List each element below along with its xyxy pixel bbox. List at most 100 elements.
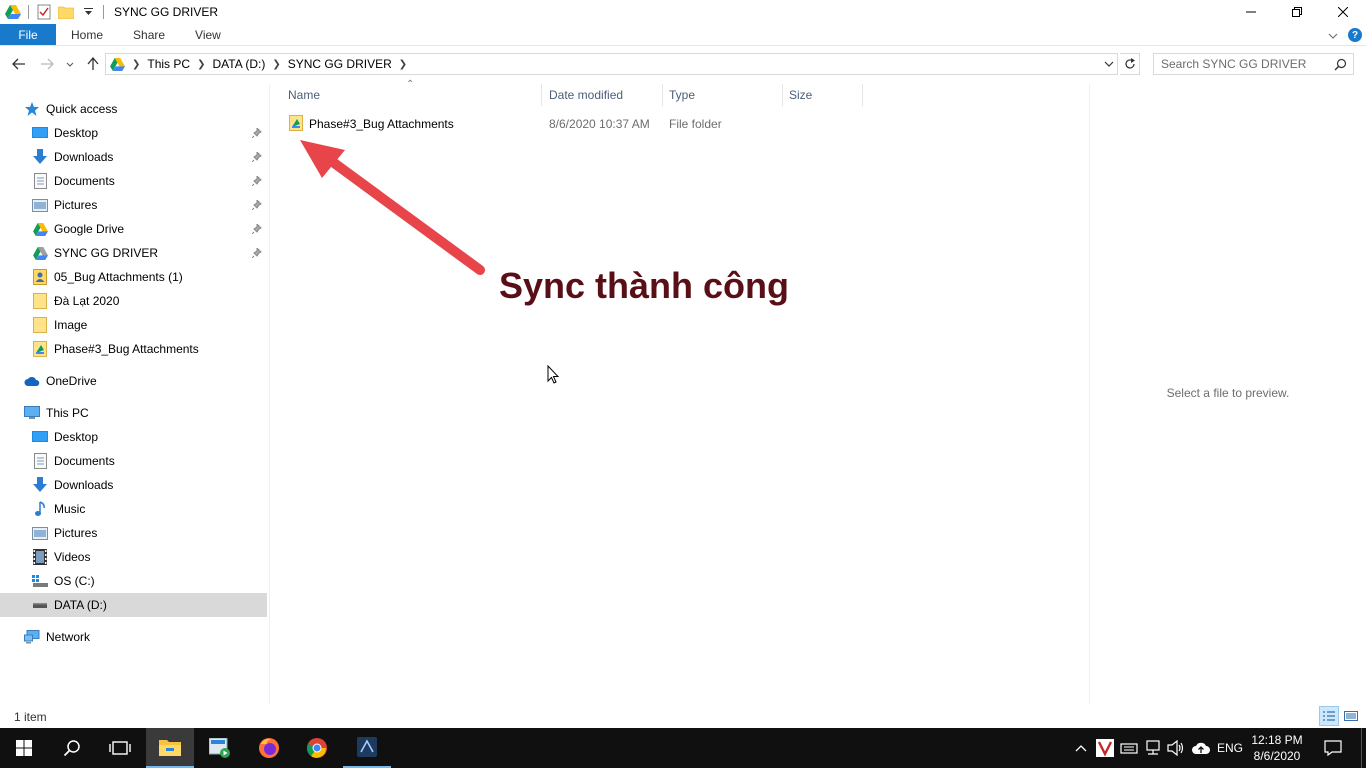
nav-pc-os-c[interactable]: OS (C:): [0, 569, 267, 593]
column-header-name[interactable]: Name: [282, 84, 542, 106]
network-tray-icon[interactable]: [1142, 728, 1164, 768]
nav-quick-access[interactable]: Quick access: [0, 97, 267, 121]
details-view-button[interactable]: [1319, 706, 1339, 726]
network-icon: [24, 629, 40, 645]
navigation-pane: Quick access Desktop Downloads Documents…: [0, 96, 268, 702]
search-button[interactable]: [48, 728, 96, 768]
tab-home[interactable]: Home: [56, 24, 118, 45]
pin-icon[interactable]: [251, 174, 262, 189]
tab-view[interactable]: View: [180, 24, 236, 45]
taskbar-clock[interactable]: 12:18 PM 8/6/2020: [1246, 732, 1308, 764]
restore-button[interactable]: [1274, 0, 1320, 24]
large-icons-view-button[interactable]: [1341, 706, 1361, 726]
column-header-size[interactable]: Size: [783, 84, 863, 106]
pin-icon[interactable]: [251, 126, 262, 141]
nav-pc-downloads[interactable]: Downloads: [0, 473, 267, 497]
column-header-date-modified[interactable]: Date modified: [543, 84, 663, 106]
nav-label: Downloads: [54, 150, 114, 164]
column-header-type[interactable]: Type: [663, 84, 783, 106]
task-view-button[interactable]: [96, 728, 144, 768]
nav-qa-image[interactable]: Image: [0, 313, 267, 337]
nav-qa-05-bug-attachments[interactable]: 05_Bug Attachments (1): [0, 265, 267, 289]
folder-icon: [32, 293, 48, 309]
nav-label: Image: [54, 318, 88, 332]
firefox-taskbar-icon[interactable]: [245, 728, 293, 768]
forward-button[interactable]: [37, 54, 57, 74]
nav-label: 05_Bug Attachments (1): [54, 270, 183, 284]
customize-toolbar-dropdown-icon[interactable]: [80, 4, 96, 20]
mouse-cursor-icon: [547, 365, 559, 384]
tab-file[interactable]: File: [0, 24, 56, 45]
nav-qa-da-lat-2020[interactable]: Đà Lạt 2020: [0, 289, 267, 313]
search-icon[interactable]: [1334, 58, 1347, 74]
contact-folder-icon: [32, 269, 48, 285]
nav-qa-phase3-bug-attachments[interactable]: Phase#3_Bug Attachments: [0, 337, 267, 361]
nav-onedrive[interactable]: OneDrive: [0, 369, 267, 393]
nav-this-pc[interactable]: This PC: [0, 401, 267, 425]
back-button[interactable]: [9, 54, 29, 74]
nav-qa-pictures[interactable]: Pictures: [0, 193, 267, 217]
refresh-button[interactable]: [1120, 53, 1140, 75]
close-button[interactable]: [1320, 0, 1366, 24]
nav-pc-pictures[interactable]: Pictures: [0, 521, 267, 545]
chrome-taskbar-icon[interactable]: [293, 728, 341, 768]
pin-icon[interactable]: [251, 246, 262, 261]
nav-qa-documents[interactable]: Documents: [0, 169, 267, 193]
nav-qa-sync-gg-driver[interactable]: SYNC GG DRIVER: [0, 241, 267, 265]
properties-icon[interactable]: [36, 4, 52, 20]
pin-icon[interactable]: [251, 198, 262, 213]
breadcrumb-separator-icon[interactable]: ❯: [197, 59, 205, 70]
nav-label: SYNC GG DRIVER: [54, 246, 159, 260]
google-drive-icon: [110, 57, 125, 71]
nav-qa-desktop[interactable]: Desktop: [0, 121, 267, 145]
file-date-modified: 8/6/2020 10:37 AM: [549, 117, 650, 131]
address-bar[interactable]: ❯ This PC ❯ DATA (D:) ❯ SYNC GG DRIVER ❯: [105, 53, 1118, 75]
show-desktop-button[interactable]: [1361, 728, 1366, 768]
breadcrumb-separator-icon[interactable]: ❯: [132, 59, 140, 70]
v-app-tray-icon[interactable]: [1094, 728, 1116, 768]
cloud-sync-tray-icon[interactable]: [1189, 728, 1213, 768]
google-drive-icon: [32, 221, 48, 237]
film-icon: [32, 549, 48, 565]
search-input[interactable]: Search SYNC GG DRIVER: [1153, 53, 1354, 75]
address-history-dropdown-icon[interactable]: [1104, 57, 1114, 74]
notifications-icon[interactable]: [1318, 728, 1348, 768]
volume-tray-icon[interactable]: [1165, 728, 1187, 768]
desktop-icon: [32, 429, 48, 445]
ribbon-right-controls: ?: [1328, 24, 1362, 46]
recent-locations-button[interactable]: [62, 54, 78, 74]
nav-qa-google-drive[interactable]: Google Drive: [0, 217, 267, 241]
nav-pc-music[interactable]: Music: [0, 497, 267, 521]
file-explorer-taskbar-icon[interactable]: [146, 728, 194, 768]
breadcrumb-separator-icon[interactable]: ❯: [272, 59, 280, 70]
nav-label: Downloads: [54, 478, 114, 492]
new-folder-icon[interactable]: [58, 4, 74, 20]
tab-share[interactable]: Share: [118, 24, 180, 45]
minimize-button[interactable]: [1228, 0, 1274, 24]
up-button[interactable]: [83, 54, 103, 74]
nav-pc-videos[interactable]: Videos: [0, 545, 267, 569]
nav-qa-downloads[interactable]: Downloads: [0, 145, 267, 169]
show-hidden-icons-chevron-icon[interactable]: [1070, 728, 1092, 768]
help-icon[interactable]: ?: [1348, 28, 1362, 42]
breadcrumb-separator-icon[interactable]: ❯: [399, 59, 407, 70]
keyboard-tray-icon[interactable]: [1118, 728, 1140, 768]
app-taskbar-icon[interactable]: [343, 728, 391, 768]
drive-icon: [32, 597, 48, 613]
nav-pc-data-d[interactable]: DATA (D:): [0, 593, 267, 617]
pin-icon[interactable]: [251, 150, 262, 165]
star-icon: [24, 101, 40, 117]
breadcrumb-this-pc[interactable]: This PC: [147, 57, 190, 71]
media-app-taskbar-icon[interactable]: [196, 728, 244, 768]
pin-icon[interactable]: [251, 222, 262, 237]
nav-pc-documents[interactable]: Documents: [0, 449, 267, 473]
nav-network[interactable]: Network: [0, 625, 267, 649]
start-button[interactable]: [0, 728, 48, 768]
expand-ribbon-chevron-icon[interactable]: [1328, 28, 1338, 42]
file-row[interactable]: Phase#3_Bug Attachments 8/6/2020 10:37 A…: [286, 113, 866, 135]
breadcrumb-sync-gg-driver[interactable]: SYNC GG DRIVER: [288, 57, 392, 71]
nav-pane-divider[interactable]: [269, 84, 270, 704]
language-indicator[interactable]: ENG: [1214, 728, 1246, 768]
breadcrumb-data-d[interactable]: DATA (D:): [212, 57, 265, 71]
nav-pc-desktop[interactable]: Desktop: [0, 425, 267, 449]
